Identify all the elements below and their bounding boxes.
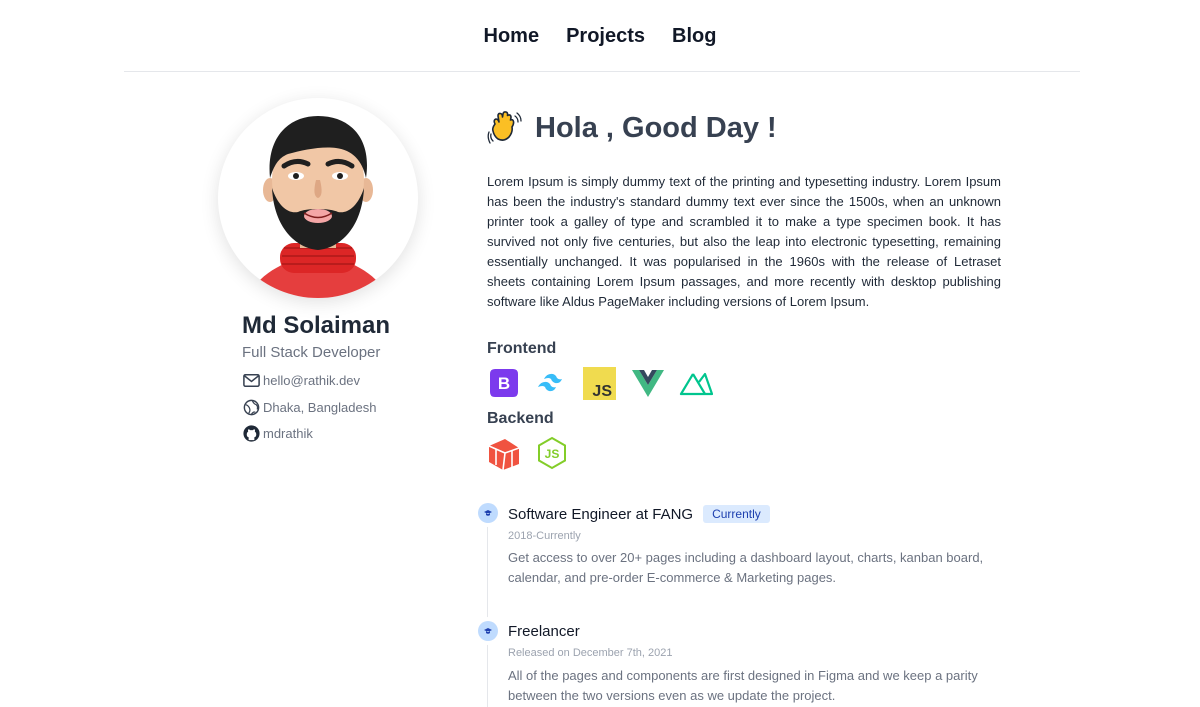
javascript-icon: JS bbox=[583, 366, 617, 400]
avatar bbox=[218, 98, 418, 298]
job-title: Freelancer bbox=[508, 623, 580, 640]
mail-icon bbox=[243, 374, 260, 387]
profile-name: Md Solaiman bbox=[242, 312, 391, 339]
svg-text:JS: JS bbox=[545, 447, 560, 461]
nav-blog-link[interactable]: Blog bbox=[672, 25, 716, 48]
laravel-icon bbox=[487, 436, 521, 470]
timeline-item-description: All of the pages and components are firs… bbox=[508, 668, 978, 703]
greeting-title: Hola , Good Day ! bbox=[535, 111, 777, 144]
github-icon bbox=[243, 425, 260, 442]
timeline-line bbox=[487, 523, 488, 707]
timeline-item-title: Freelancer bbox=[508, 623, 580, 640]
tailwind-icon bbox=[535, 366, 569, 400]
intro-paragraph: Lorem Ipsum is simply dummy text of the … bbox=[487, 174, 1001, 309]
vue-icon bbox=[631, 366, 665, 400]
location-text: Dhaka, Bangladesh bbox=[263, 400, 377, 415]
waving-hand-icon bbox=[487, 111, 522, 144]
nodejs-icon: JS bbox=[535, 436, 569, 470]
nav-projects-link[interactable]: Projects bbox=[566, 25, 645, 48]
status-badge: Currently bbox=[703, 505, 770, 523]
timeline-item-date: 2018-Currently bbox=[508, 530, 581, 542]
contact-github[interactable]: mdrathik bbox=[242, 424, 313, 443]
profile-role: Full Stack Developer bbox=[242, 344, 381, 361]
bootstrap-icon: B bbox=[487, 366, 521, 400]
timeline-item-date: Released on December 7th, 2021 bbox=[508, 647, 673, 659]
nav-home-link[interactable]: Home bbox=[484, 25, 540, 48]
frontend-tech-list: B JS bbox=[487, 366, 713, 400]
greeting-heading: Hola , Good Day ! bbox=[487, 110, 777, 146]
svg-text:JS: JS bbox=[592, 383, 612, 400]
github-text: mdrathik bbox=[263, 426, 313, 441]
top-nav: Home Projects Blog bbox=[0, 0, 1200, 72]
email-text: hello@rathik.dev bbox=[263, 373, 361, 388]
timeline-dot-icon bbox=[478, 621, 498, 641]
timeline-item-title: Software Engineer at FANG Currently bbox=[508, 505, 770, 523]
svg-text:B: B bbox=[498, 374, 510, 393]
nav-divider bbox=[124, 71, 1080, 72]
frontend-heading: Frontend bbox=[487, 340, 557, 357]
timeline-dot-icon bbox=[478, 503, 498, 523]
contact-location: Dhaka, Bangladesh bbox=[242, 398, 376, 417]
job-title: Software Engineer at FANG bbox=[508, 505, 694, 523]
timeline-item-description: Get access to over 20+ pages including a… bbox=[508, 550, 984, 585]
nuxt-icon bbox=[679, 366, 713, 400]
backend-tech-list: JS bbox=[487, 436, 569, 470]
globe-icon bbox=[243, 399, 260, 416]
avatar-illustration bbox=[248, 116, 388, 298]
contact-email[interactable]: hello@rathik.dev bbox=[242, 371, 360, 390]
backend-heading: Backend bbox=[487, 410, 554, 427]
